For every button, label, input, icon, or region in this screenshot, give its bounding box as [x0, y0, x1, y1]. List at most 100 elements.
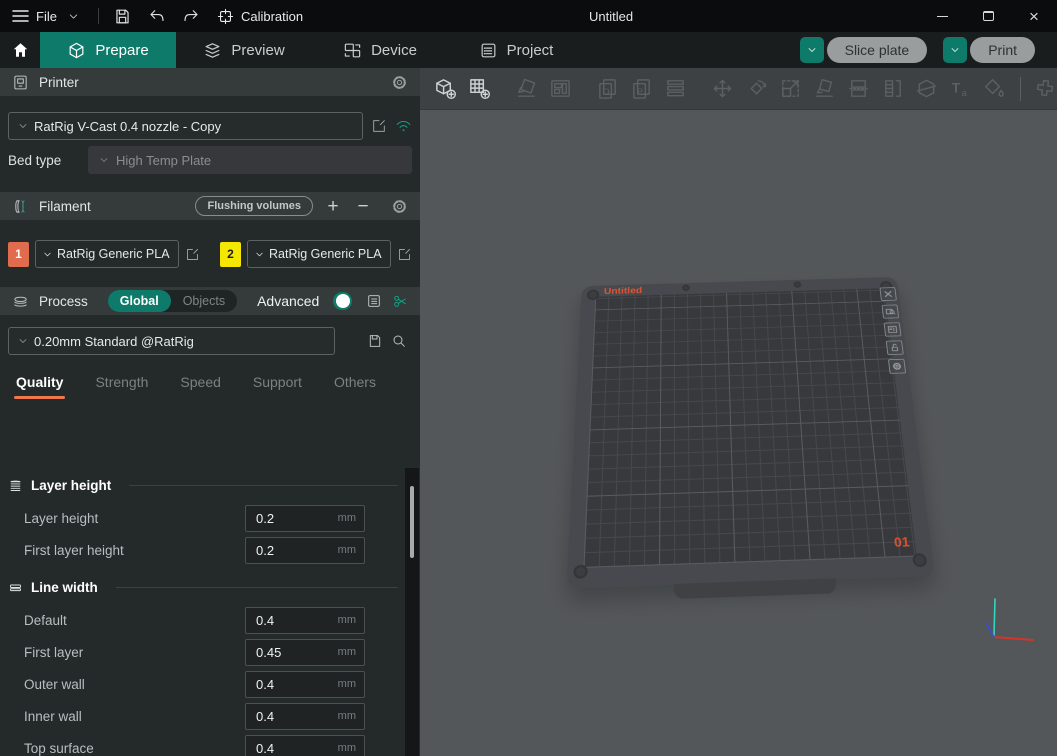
close-button[interactable]: × — [1011, 0, 1057, 32]
param-unit: mm — [338, 544, 356, 556]
tab-strength[interactable]: Strength — [95, 374, 148, 399]
variable-layer-height-icon[interactable] — [881, 77, 904, 101]
filament-2-edit-icon[interactable] — [397, 247, 412, 262]
param-value: 0.4 — [256, 709, 338, 724]
process-list-icon[interactable] — [366, 293, 382, 309]
scrollbar-thumb[interactable] — [410, 486, 414, 558]
preset-save-icon[interactable] — [367, 333, 383, 349]
printer-preset-value: RatRig V-Cast 0.4 nozzle - Copy — [34, 119, 221, 134]
minus-icon: − — [357, 197, 368, 216]
param-input[interactable]: 0.4mm — [245, 735, 365, 756]
group-title: Line width — [31, 580, 98, 595]
text-icon[interactable]: Ta — [949, 77, 972, 101]
rotate-icon[interactable] — [745, 77, 768, 101]
file-dropdown-chevron-icon[interactable] — [64, 6, 84, 26]
bed-type-select[interactable]: High Temp Plate — [88, 146, 412, 174]
copy-icon[interactable]: O — [596, 77, 619, 101]
layer-height-group-header: Layer height — [0, 468, 420, 502]
calibration-icon — [217, 8, 234, 25]
chevron-down-icon — [17, 120, 29, 132]
flushing-volumes-button[interactable]: Flushing volumes — [195, 196, 313, 216]
main-tab-bar: Prepare Preview Device Project Slice pla… — [0, 32, 1057, 68]
auto-orient-icon[interactable] — [515, 77, 538, 101]
preset-search-icon[interactable] — [391, 333, 407, 349]
lay-flat-icon[interactable] — [813, 77, 836, 101]
build-plate-grid — [583, 288, 916, 568]
slice-dropdown-button[interactable] — [800, 37, 824, 63]
plate-lock-icon[interactable] — [886, 340, 904, 355]
slice-plate-button[interactable]: Slice plate — [827, 37, 928, 63]
assembly-icon[interactable] — [1034, 77, 1057, 101]
remove-filament-button[interactable]: − — [353, 196, 373, 216]
printer-settings-gear-icon[interactable] — [391, 74, 408, 91]
tab-project[interactable]: Project — [448, 32, 584, 68]
redo-icon[interactable] — [181, 6, 201, 26]
filament-1-preset-select[interactable]: RatRig Generic PLA — [35, 240, 179, 268]
filament-2-color-badge[interactable]: 2 — [220, 242, 241, 267]
add-object-icon[interactable] — [434, 77, 457, 101]
scale-icon[interactable] — [779, 77, 802, 101]
sidebar-scrollbar[interactable] — [405, 468, 419, 756]
process-preset-select[interactable]: 0.20mm Standard @RatRig — [8, 327, 335, 355]
param-input[interactable]: 0.2mm — [245, 505, 365, 532]
filament-settings-gear-icon[interactable] — [391, 198, 408, 215]
filament-2-preset-select[interactable]: RatRig Generic PLA — [247, 240, 391, 268]
param-row: Inner wall 0.4mm — [0, 700, 420, 732]
param-value: 0.4 — [256, 677, 338, 692]
file-menu-button[interactable]: File — [12, 9, 57, 24]
param-label: Outer wall — [0, 677, 85, 692]
filament-1-edit-icon[interactable] — [185, 247, 200, 262]
print-button[interactable]: Print — [970, 37, 1035, 63]
maximize-button[interactable] — [965, 0, 1011, 32]
param-input[interactable]: 0.45mm — [245, 639, 365, 666]
plate-arrange-icon[interactable] — [884, 322, 902, 336]
filament-1-color-badge[interactable]: 1 — [8, 242, 29, 267]
chevron-down-icon — [806, 44, 818, 56]
cut-icon[interactable] — [915, 77, 938, 101]
calibration-button[interactable]: Calibration — [217, 8, 303, 25]
add-plate-icon[interactable] — [468, 77, 491, 101]
viewport-3d[interactable]: O P Ta Untitled 01 — [420, 68, 1057, 756]
tab-quality[interactable]: Quality — [16, 374, 63, 399]
printer-connection-wifi-icon[interactable] — [395, 119, 412, 133]
plate-delete-icon[interactable] — [879, 287, 896, 301]
tab-speed[interactable]: Speed — [180, 374, 220, 399]
tab-support[interactable]: Support — [253, 374, 302, 399]
split-icon[interactable] — [847, 77, 870, 101]
chevron-down-icon — [17, 335, 29, 347]
layers-stack-icon[interactable] — [664, 77, 687, 101]
print-dropdown-button[interactable] — [943, 37, 967, 63]
param-input[interactable]: 0.2mm — [245, 537, 365, 564]
printer-preset-select[interactable]: RatRig V-Cast 0.4 nozzle - Copy — [8, 112, 363, 140]
scope-global-option[interactable]: Global — [108, 290, 171, 312]
layer-height-stack-icon — [8, 478, 23, 493]
move-icon[interactable] — [711, 77, 734, 101]
plate-rename-icon[interactable] — [882, 304, 900, 318]
tab-device[interactable]: Device — [312, 32, 448, 68]
tab-others[interactable]: Others — [334, 374, 376, 399]
param-input[interactable]: 0.4mm — [245, 671, 365, 698]
parameter-list: Layer height Layer height 0.2mm First la… — [0, 468, 420, 756]
filament-section-header: Filament Flushing volumes + − — [0, 192, 420, 220]
scope-objects-option[interactable]: Objects — [171, 290, 237, 312]
param-input[interactable]: 0.4mm — [245, 607, 365, 634]
tab-project-label: Project — [507, 42, 554, 59]
param-input[interactable]: 0.4mm — [245, 703, 365, 730]
advanced-toggle[interactable] — [333, 292, 352, 310]
printer-edit-icon[interactable] — [371, 118, 387, 134]
home-button[interactable] — [0, 32, 40, 68]
paste-icon[interactable]: P — [630, 77, 653, 101]
tab-preview[interactable]: Preview — [176, 32, 312, 68]
arrange-icon[interactable] — [549, 77, 572, 101]
add-filament-button[interactable]: + — [323, 196, 343, 216]
paint-icon[interactable] — [983, 77, 1006, 101]
build-plate[interactable]: Untitled 01 — [566, 277, 935, 589]
plate-settings-icon[interactable] — [888, 359, 906, 374]
printer-icon — [12, 74, 29, 91]
save-icon[interactable] — [113, 6, 133, 26]
undo-icon[interactable] — [147, 6, 167, 26]
process-scope-switch: Global Objects — [108, 290, 237, 312]
tab-prepare[interactable]: Prepare — [40, 32, 176, 68]
minimize-button[interactable] — [919, 0, 965, 32]
compare-presets-icon[interactable] — [392, 293, 408, 309]
